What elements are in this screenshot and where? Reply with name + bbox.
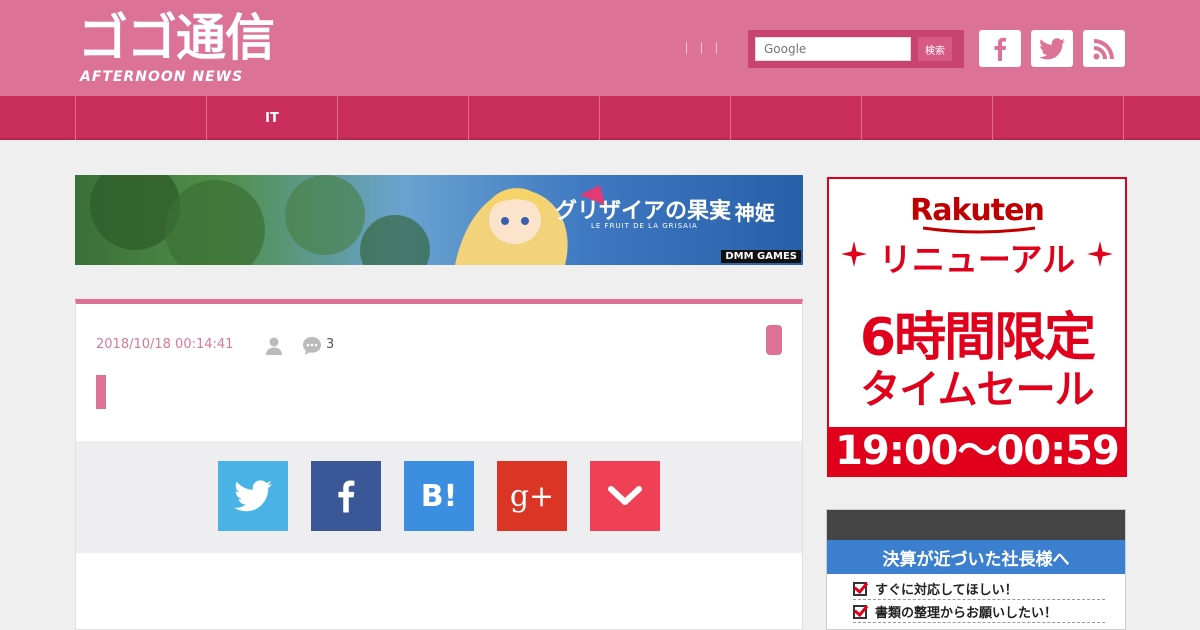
google-plus-icon: g+ <box>509 478 555 514</box>
ad-headline: リニューアル <box>878 240 1076 279</box>
banner-subtitle: LE FRUIT DE LA GRISAIA <box>591 222 698 230</box>
twitter-icon <box>234 480 272 512</box>
share-facebook-button[interactable] <box>311 461 381 531</box>
facebook-button[interactable] <box>979 30 1021 67</box>
divider <box>686 42 687 54</box>
checkbox-icon <box>853 581 867 596</box>
post-date: 2018/10/18 00:14:41 <box>96 337 234 352</box>
ad-sale-label: タイムセール <box>860 367 1094 413</box>
search-button-label: 検索 <box>925 45 945 57</box>
search-button[interactable]: 検索 <box>918 37 952 61</box>
site-logo[interactable]: ゴゴ通信 <box>78 8 275 68</box>
search-form: 検索 <box>748 30 964 68</box>
rss-icon <box>1093 38 1114 59</box>
ad-heading: 決算が近づいた社長様へ <box>827 540 1125 574</box>
accounting-ad[interactable]: 決算が近づいた社長様へ すぐに対応してほしい！ 書類の整理からお願いしたい！ <box>826 509 1126 630</box>
ad-top-band <box>827 510 1125 540</box>
share-hatena-button[interactable]: B! <box>404 461 474 531</box>
facebook-icon <box>994 37 1007 61</box>
rss-button[interactable] <box>1083 30 1125 67</box>
ad-checklist-item: 書類の整理からお願いしたい！ <box>853 601 1105 623</box>
twitter-icon <box>1039 37 1065 59</box>
nav-item[interactable] <box>75 96 206 140</box>
nav-item[interactable] <box>468 96 599 140</box>
comment-icon[interactable] <box>302 336 322 356</box>
title-accent <box>96 375 106 409</box>
banner-title: グリザイアの果実 <box>555 198 732 224</box>
divider <box>716 42 717 54</box>
ad-checklist-text: 書類の整理からお願いしたい！ <box>875 606 1058 621</box>
nav-item[interactable] <box>337 96 468 140</box>
twitter-button[interactable] <box>1031 30 1073 67</box>
share-google-plus-button[interactable]: g+ <box>497 461 567 531</box>
search-input[interactable] <box>755 37 911 61</box>
banner-brand: DMM GAMES <box>721 250 801 263</box>
banner-collab: × 神姫 <box>711 201 775 225</box>
share-bar: B! g+ <box>76 441 802 553</box>
ad-checklist-text: すぐに対応してほしい！ <box>875 583 1018 598</box>
facebook-icon <box>338 480 355 513</box>
rakuten-logo: Rakuten <box>910 193 1045 228</box>
share-twitter-button[interactable] <box>218 461 288 531</box>
nav-item[interactable] <box>861 96 992 140</box>
site-logo-tagline: AFTERNOON NEWS <box>80 69 244 85</box>
nav-item[interactable] <box>599 96 730 140</box>
banner-ad[interactable]: グリザイアの果実 × 神姫 LE FRUIT DE LA GRISAIA DMM… <box>75 175 803 265</box>
category-tag[interactable] <box>766 325 782 355</box>
author-icon <box>266 337 282 355</box>
ad-time-range: 19:00〜00:59 <box>829 427 1125 475</box>
nav-item-it[interactable]: IT <box>206 96 337 140</box>
hatena-icon: B! <box>420 478 458 514</box>
nav-item[interactable] <box>1123 96 1200 140</box>
pocket-icon <box>608 486 642 505</box>
comment-count[interactable]: 3 <box>326 337 334 352</box>
divider <box>701 42 702 54</box>
main-nav: IT <box>0 96 1200 140</box>
site-header: ゴゴ通信 AFTERNOON NEWS 検索 <box>0 0 1200 96</box>
nav-item[interactable] <box>992 96 1123 140</box>
nav-item[interactable] <box>730 96 861 140</box>
rakuten-ad[interactable]: Rakuten リニューアル 6時間限定 タイムセール 19:00〜00:59 <box>827 177 1127 477</box>
share-pocket-button[interactable] <box>590 461 660 531</box>
ad-checklist-item: すぐに対応してほしい！ <box>853 578 1105 600</box>
checkbox-icon <box>853 604 867 619</box>
article-card: 2018/10/18 00:14:41 3 B! g+ <box>75 299 803 630</box>
